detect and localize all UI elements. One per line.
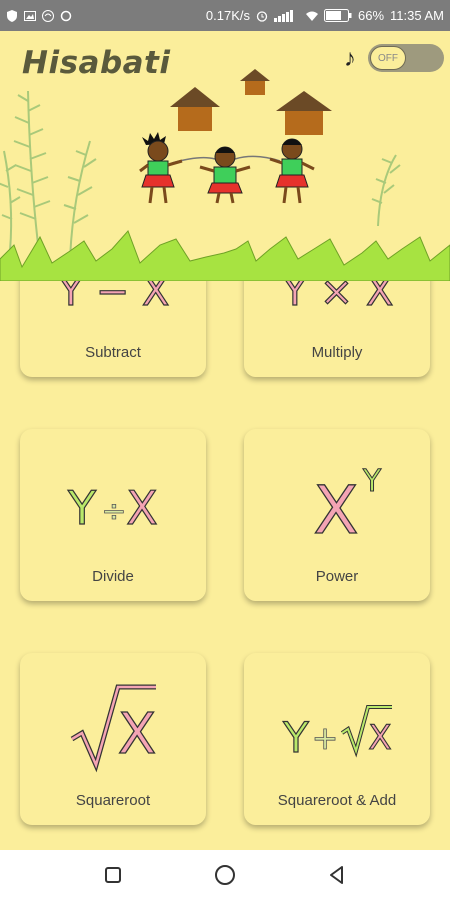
signal-icon <box>274 9 293 22</box>
clock: 11:35 AM <box>390 8 444 23</box>
back-button[interactable] <box>323 861 351 889</box>
app-title: Hisabati <box>22 45 171 81</box>
back-icon <box>330 866 343 884</box>
header-banner: Hisabati ♪ OFF <box>0 31 450 281</box>
home-icon <box>215 865 235 885</box>
subtract-label: Subtract <box>85 344 141 361</box>
squareroot-label: Squareroot <box>75 792 151 809</box>
svg-text:X: X <box>126 481 158 535</box>
svg-text:X: X <box>313 472 358 549</box>
child-right <box>269 138 315 204</box>
squareroot-card[interactable]: X Squareroot <box>20 653 206 825</box>
hut-left <box>170 87 220 131</box>
svg-text:Y × X: Y × X <box>282 281 394 315</box>
recent-apps-button[interactable] <box>99 861 127 889</box>
battery-percent: 66% <box>358 8 385 23</box>
grass <box>0 230 450 281</box>
shield-icon <box>7 9 17 22</box>
svg-text:÷: ÷ <box>101 494 126 529</box>
sync-icon <box>60 10 72 21</box>
svg-text:Y − X: Y − X <box>58 281 170 315</box>
squareroot-add-card[interactable]: Y + X Squareroot & Add <box>244 653 430 825</box>
wifi-icon <box>306 11 318 21</box>
fern-right <box>371 154 401 227</box>
svg-text:+: + <box>312 719 339 757</box>
multiply-label: Multiply <box>311 344 363 361</box>
squareroot-add-label: Squareroot & Add <box>277 792 397 809</box>
svg-text:Y: Y <box>67 481 97 535</box>
svg-text:Y: Y <box>282 713 309 762</box>
divide-label: Divide <box>92 568 134 585</box>
navigation-bar <box>0 850 450 900</box>
subtract-symbol: Y − X <box>57 281 170 316</box>
alarm-icon <box>256 10 268 22</box>
hut-small <box>240 69 270 95</box>
status-bar: 0.17K/s 66% 11:35 AM <box>0 0 450 31</box>
subtract-card[interactable]: Y − X Subtract <box>20 281 206 377</box>
divide-card[interactable]: Y ÷ X Divide <box>20 429 206 601</box>
power-label: Power <box>315 568 359 585</box>
svg-text:Y: Y <box>362 464 382 499</box>
music-toggle[interactable]: OFF <box>368 44 444 72</box>
svg-text:X: X <box>118 702 156 767</box>
battery-icon <box>324 9 352 22</box>
child-middle <box>199 146 251 204</box>
image-icon <box>24 10 36 21</box>
svg-text:X: X <box>368 718 391 758</box>
operations-grid: Y − X Subtract Y × X Multiply Y ÷ X Divi… <box>0 281 450 850</box>
home-button[interactable] <box>211 861 239 889</box>
multiply-card[interactable]: Y × X Multiply <box>244 281 430 377</box>
hut-right <box>276 91 332 135</box>
network-speed: 0.17K/s <box>205 8 250 23</box>
music-note-icon[interactable]: ♪ <box>344 45 356 73</box>
multiply-symbol: Y × X <box>281 281 394 316</box>
wifi-calling-icon <box>42 9 54 22</box>
recent-apps-icon <box>105 867 121 883</box>
fern-left <box>0 90 97 262</box>
power-card[interactable]: X Y Power <box>244 429 430 601</box>
toggle-knob-off-label: OFF <box>370 46 406 70</box>
child-left <box>139 132 183 204</box>
